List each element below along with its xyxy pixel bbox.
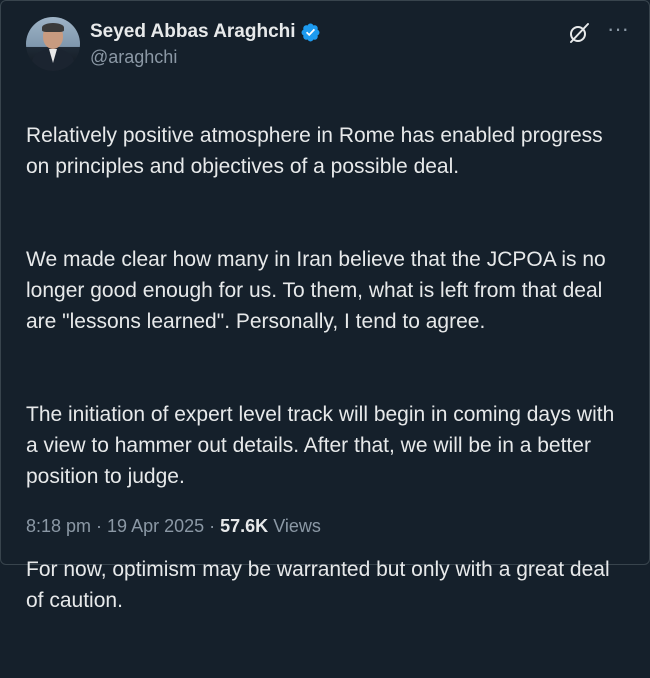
tweet-card: Seyed Abbas Araghchi @araghchi ··· Relat…: [0, 0, 650, 612]
tweet-paragraph: The initiation of expert level track wil…: [26, 403, 615, 488]
author-info: Seyed Abbas Araghchi @araghchi: [90, 19, 321, 68]
meta-separator: ·: [91, 516, 108, 536]
tweet-paragraph: Relatively positive atmosphere in Rome h…: [26, 124, 603, 178]
more-options-icon[interactable]: ···: [607, 18, 629, 40]
tweet-time[interactable]: 8:18 pm: [26, 516, 91, 537]
avatar-hair: [42, 23, 64, 32]
avatar[interactable]: [26, 17, 80, 71]
meta-separator: ·: [204, 516, 221, 536]
tweet-paragraph: For now, optimism may be warranted but o…: [26, 558, 610, 612]
tweet-text: Relatively positive atmosphere in Rome h…: [26, 89, 631, 678]
tweet-meta: 8:18 pm · 19 Apr 2025 · 57.6K Views: [26, 516, 321, 537]
views-label: Views: [268, 516, 321, 536]
views-count[interactable]: 57.6K: [220, 516, 268, 537]
tweet-date[interactable]: 19 Apr 2025: [107, 516, 204, 537]
tweet-paragraph: We made clear how many in Iran believe t…: [26, 248, 606, 333]
header-actions: ···: [567, 18, 629, 45]
tweet-header: Seyed Abbas Araghchi @araghchi ···: [26, 17, 629, 73]
display-name[interactable]: Seyed Abbas Araghchi: [90, 21, 296, 43]
grok-icon[interactable]: [567, 21, 591, 45]
author-handle[interactable]: @araghchi: [90, 47, 321, 68]
verified-badge-icon[interactable]: [300, 22, 321, 43]
display-name-row: Seyed Abbas Araghchi: [90, 19, 321, 45]
